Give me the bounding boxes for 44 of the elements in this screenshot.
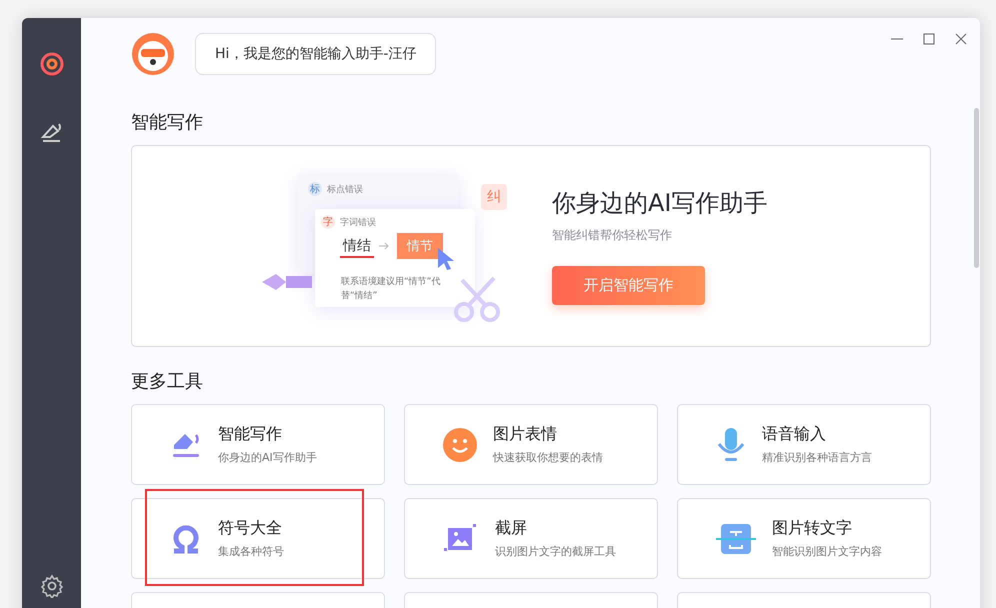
tool-title: 语音输入 bbox=[762, 424, 827, 445]
wrong-word: 情结 bbox=[343, 237, 371, 255]
tool-description: 你身边的AI写作助手 bbox=[218, 450, 317, 465]
maximize-icon bbox=[923, 33, 935, 45]
tool-card[interactable]: 符号大全 集成各种符号 bbox=[131, 498, 385, 579]
tool-title: 智能写作 bbox=[218, 424, 283, 445]
tool-title: 符号大全 bbox=[218, 518, 283, 539]
tool-description: 快速获取你想要的表情 bbox=[493, 450, 603, 465]
correction-badge: 纠 bbox=[481, 184, 507, 210]
section-title: 更多工具 bbox=[131, 370, 204, 393]
banner-title: 你身边的AI写作助手 bbox=[552, 188, 768, 219]
section-title: 智能写作 bbox=[131, 111, 204, 134]
microphone-icon bbox=[716, 426, 746, 462]
cursor-icon bbox=[437, 247, 455, 271]
arrow-icon bbox=[379, 242, 389, 250]
fountain-pen-icon bbox=[262, 272, 312, 292]
tool-title: 图片转文字 bbox=[772, 518, 853, 539]
tool-description: 识别图片文字的截屏工具 bbox=[495, 544, 616, 559]
tool-title: 图片表情 bbox=[493, 424, 558, 445]
suggestion-text: 联系语境建议用“情节”代替“情结” bbox=[341, 276, 442, 303]
corrected-word: 情节 bbox=[397, 233, 443, 259]
settings-icon[interactable] bbox=[40, 574, 64, 598]
strikethrough-line bbox=[340, 256, 374, 258]
scrollbar-thumb[interactable] bbox=[974, 108, 979, 268]
tool-description: 精准识别各种语言方言 bbox=[762, 450, 872, 465]
scissors-icon bbox=[454, 276, 502, 322]
tool-card[interactable]: 截屏 识别图片文字的截屏工具 bbox=[404, 498, 658, 579]
close-icon bbox=[955, 33, 967, 45]
error-label: 字词错误 bbox=[340, 216, 376, 228]
tool-card[interactable]: 图片表情 快速获取你想要的表情 bbox=[404, 404, 658, 485]
tool-card[interactable]: 图片转文字 智能识别图片文字内容 bbox=[677, 498, 931, 579]
tool-card[interactable]: 智能写作 你身边的AI写作助手 bbox=[131, 404, 385, 485]
target-logo-icon[interactable] bbox=[40, 52, 64, 76]
tool-description: 智能识别图片文字内容 bbox=[772, 544, 882, 559]
banner-subtitle: 智能纠错帮你轻松写作 bbox=[552, 227, 673, 244]
smiley-icon bbox=[443, 428, 477, 462]
text-scan-icon bbox=[716, 522, 756, 554]
tool-card[interactable]: 语音输入 精准识别各种语言方言 bbox=[677, 404, 931, 485]
greeting-bubble: Hi，我是您的智能输入助手-汪仔 bbox=[195, 33, 436, 75]
tool-description: 集成各种符号 bbox=[218, 544, 284, 559]
error-label: 标点错误 bbox=[327, 184, 363, 196]
badge: 标 bbox=[308, 182, 322, 196]
badge: 字 bbox=[321, 215, 335, 229]
tool-title: 截屏 bbox=[495, 518, 528, 539]
